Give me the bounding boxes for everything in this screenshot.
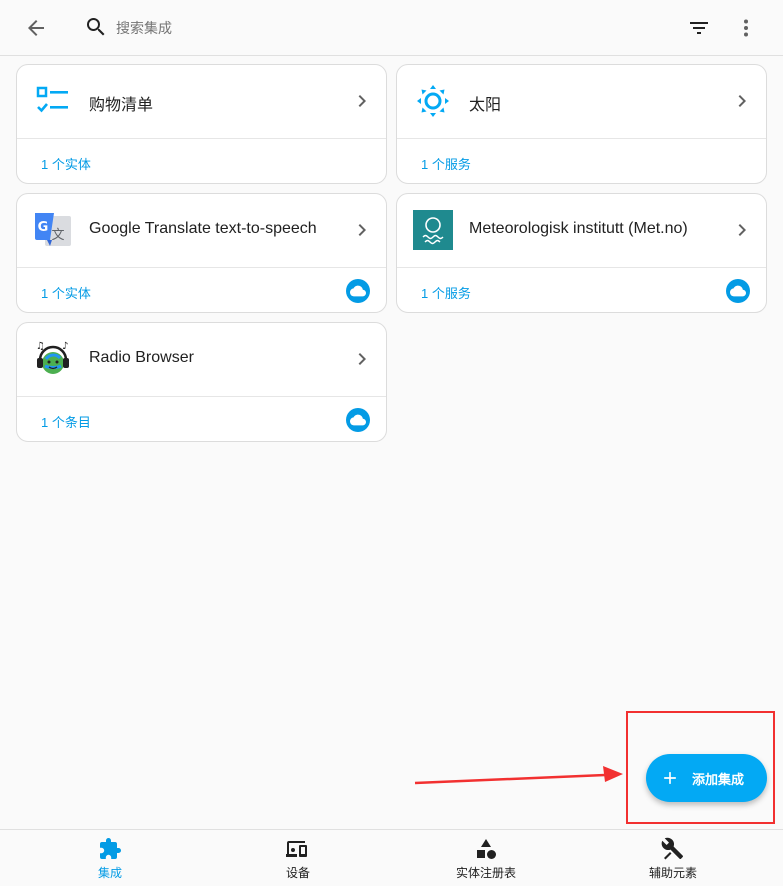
services-link[interactable]: 1 个服务	[421, 283, 471, 302]
entities-link[interactable]: 1 个实体	[41, 154, 91, 173]
filter-button[interactable]	[679, 8, 719, 48]
integration-card-footer: 1 个条目	[17, 396, 386, 442]
top-app-bar	[0, 0, 783, 56]
sun-icon	[413, 81, 453, 121]
chevron-right-icon	[738, 224, 746, 236]
svg-text:G: G	[38, 220, 49, 235]
nav-label: 设备	[285, 866, 310, 880]
add-integration-button[interactable]: 添加集成	[646, 754, 767, 802]
met-no-icon	[413, 210, 453, 250]
integration-card: ♫ ♪ Radio Browser 1 个条目	[16, 322, 387, 442]
chevron-right-icon	[358, 353, 366, 365]
checklist-icon	[33, 81, 73, 121]
integration-card-header[interactable]: 购物清单	[17, 65, 386, 138]
radio-browser-icon: ♫ ♪	[33, 339, 73, 379]
cloud-icon	[346, 408, 370, 432]
more-vert-icon	[744, 19, 748, 37]
google-translate-icon: 文 G	[33, 210, 73, 250]
arrow-left-icon	[28, 20, 44, 36]
integration-card: 太阳 1 个服务	[396, 64, 767, 184]
tools-icon	[661, 837, 683, 860]
svg-text:♪: ♪	[62, 341, 68, 352]
integration-card: Meteorologisk institutt (Met.no) 1 个服务	[396, 193, 767, 313]
nav-item-helpers[interactable]: 辅助元素	[613, 830, 733, 886]
integration-card-footer: 1 个服务	[397, 267, 766, 313]
svg-text:♫: ♫	[36, 341, 45, 352]
nav-label: 辅助元素	[648, 866, 697, 880]
devices-icon	[286, 841, 307, 857]
plus-icon	[664, 772, 676, 784]
back-button[interactable]	[16, 8, 56, 48]
integration-title: Google Translate text-to-speech	[89, 220, 317, 237]
shapes-icon	[477, 839, 496, 859]
integration-title: 购物清单	[89, 97, 154, 114]
add-integration-label: 添加集成	[692, 771, 745, 787]
nav-item-entity-registry[interactable]: 实体注册表	[426, 830, 546, 886]
integration-card-header[interactable]: 文 G Google Translate text-to-speech	[17, 194, 386, 267]
search-input[interactable]	[116, 14, 636, 42]
puzzle-icon	[100, 838, 121, 859]
nav-label: 实体注册表	[455, 866, 516, 880]
services-link[interactable]: 1 个服务	[421, 154, 471, 173]
svg-text:文: 文	[51, 228, 64, 243]
search-icon	[87, 18, 105, 36]
integration-card: 购物清单 1 个实体	[16, 64, 387, 184]
nav-item-devices[interactable]: 设备	[238, 830, 358, 886]
integration-card-footer: 1 个实体	[17, 138, 386, 184]
integration-card-header[interactable]: 太阳	[397, 65, 766, 138]
cloud-icon	[726, 279, 750, 303]
integration-card: 文 G Google Translate text-to-speech 1 个实…	[16, 193, 387, 313]
entities-link[interactable]: 1 个实体	[41, 283, 91, 302]
chevron-right-icon	[738, 95, 746, 107]
entries-link[interactable]: 1 个条目	[41, 412, 91, 431]
cloud-icon	[346, 279, 370, 303]
integration-title: Meteorologisk institutt (Met.no)	[469, 220, 688, 237]
chevron-right-icon	[358, 224, 366, 236]
bottom-nav: 集成 设备 实体注册表 辅助元素	[0, 829, 783, 886]
integration-title: Radio Browser	[89, 349, 194, 366]
integration-card-footer: 1 个服务	[397, 138, 766, 184]
integration-card-header[interactable]: Meteorologisk institutt (Met.no)	[397, 194, 766, 267]
annotation-arrow	[414, 766, 623, 785]
nav-label: 集成	[97, 866, 122, 880]
more-menu-button[interactable]	[726, 8, 766, 48]
integration-card-header[interactable]: ♫ ♪ Radio Browser	[17, 323, 386, 396]
integration-title: 太阳	[469, 97, 502, 114]
nav-item-integrations[interactable]: 集成	[50, 830, 170, 886]
chevron-right-icon	[358, 95, 366, 107]
filter-icon	[690, 22, 708, 34]
integration-card-footer: 1 个实体	[17, 267, 386, 313]
